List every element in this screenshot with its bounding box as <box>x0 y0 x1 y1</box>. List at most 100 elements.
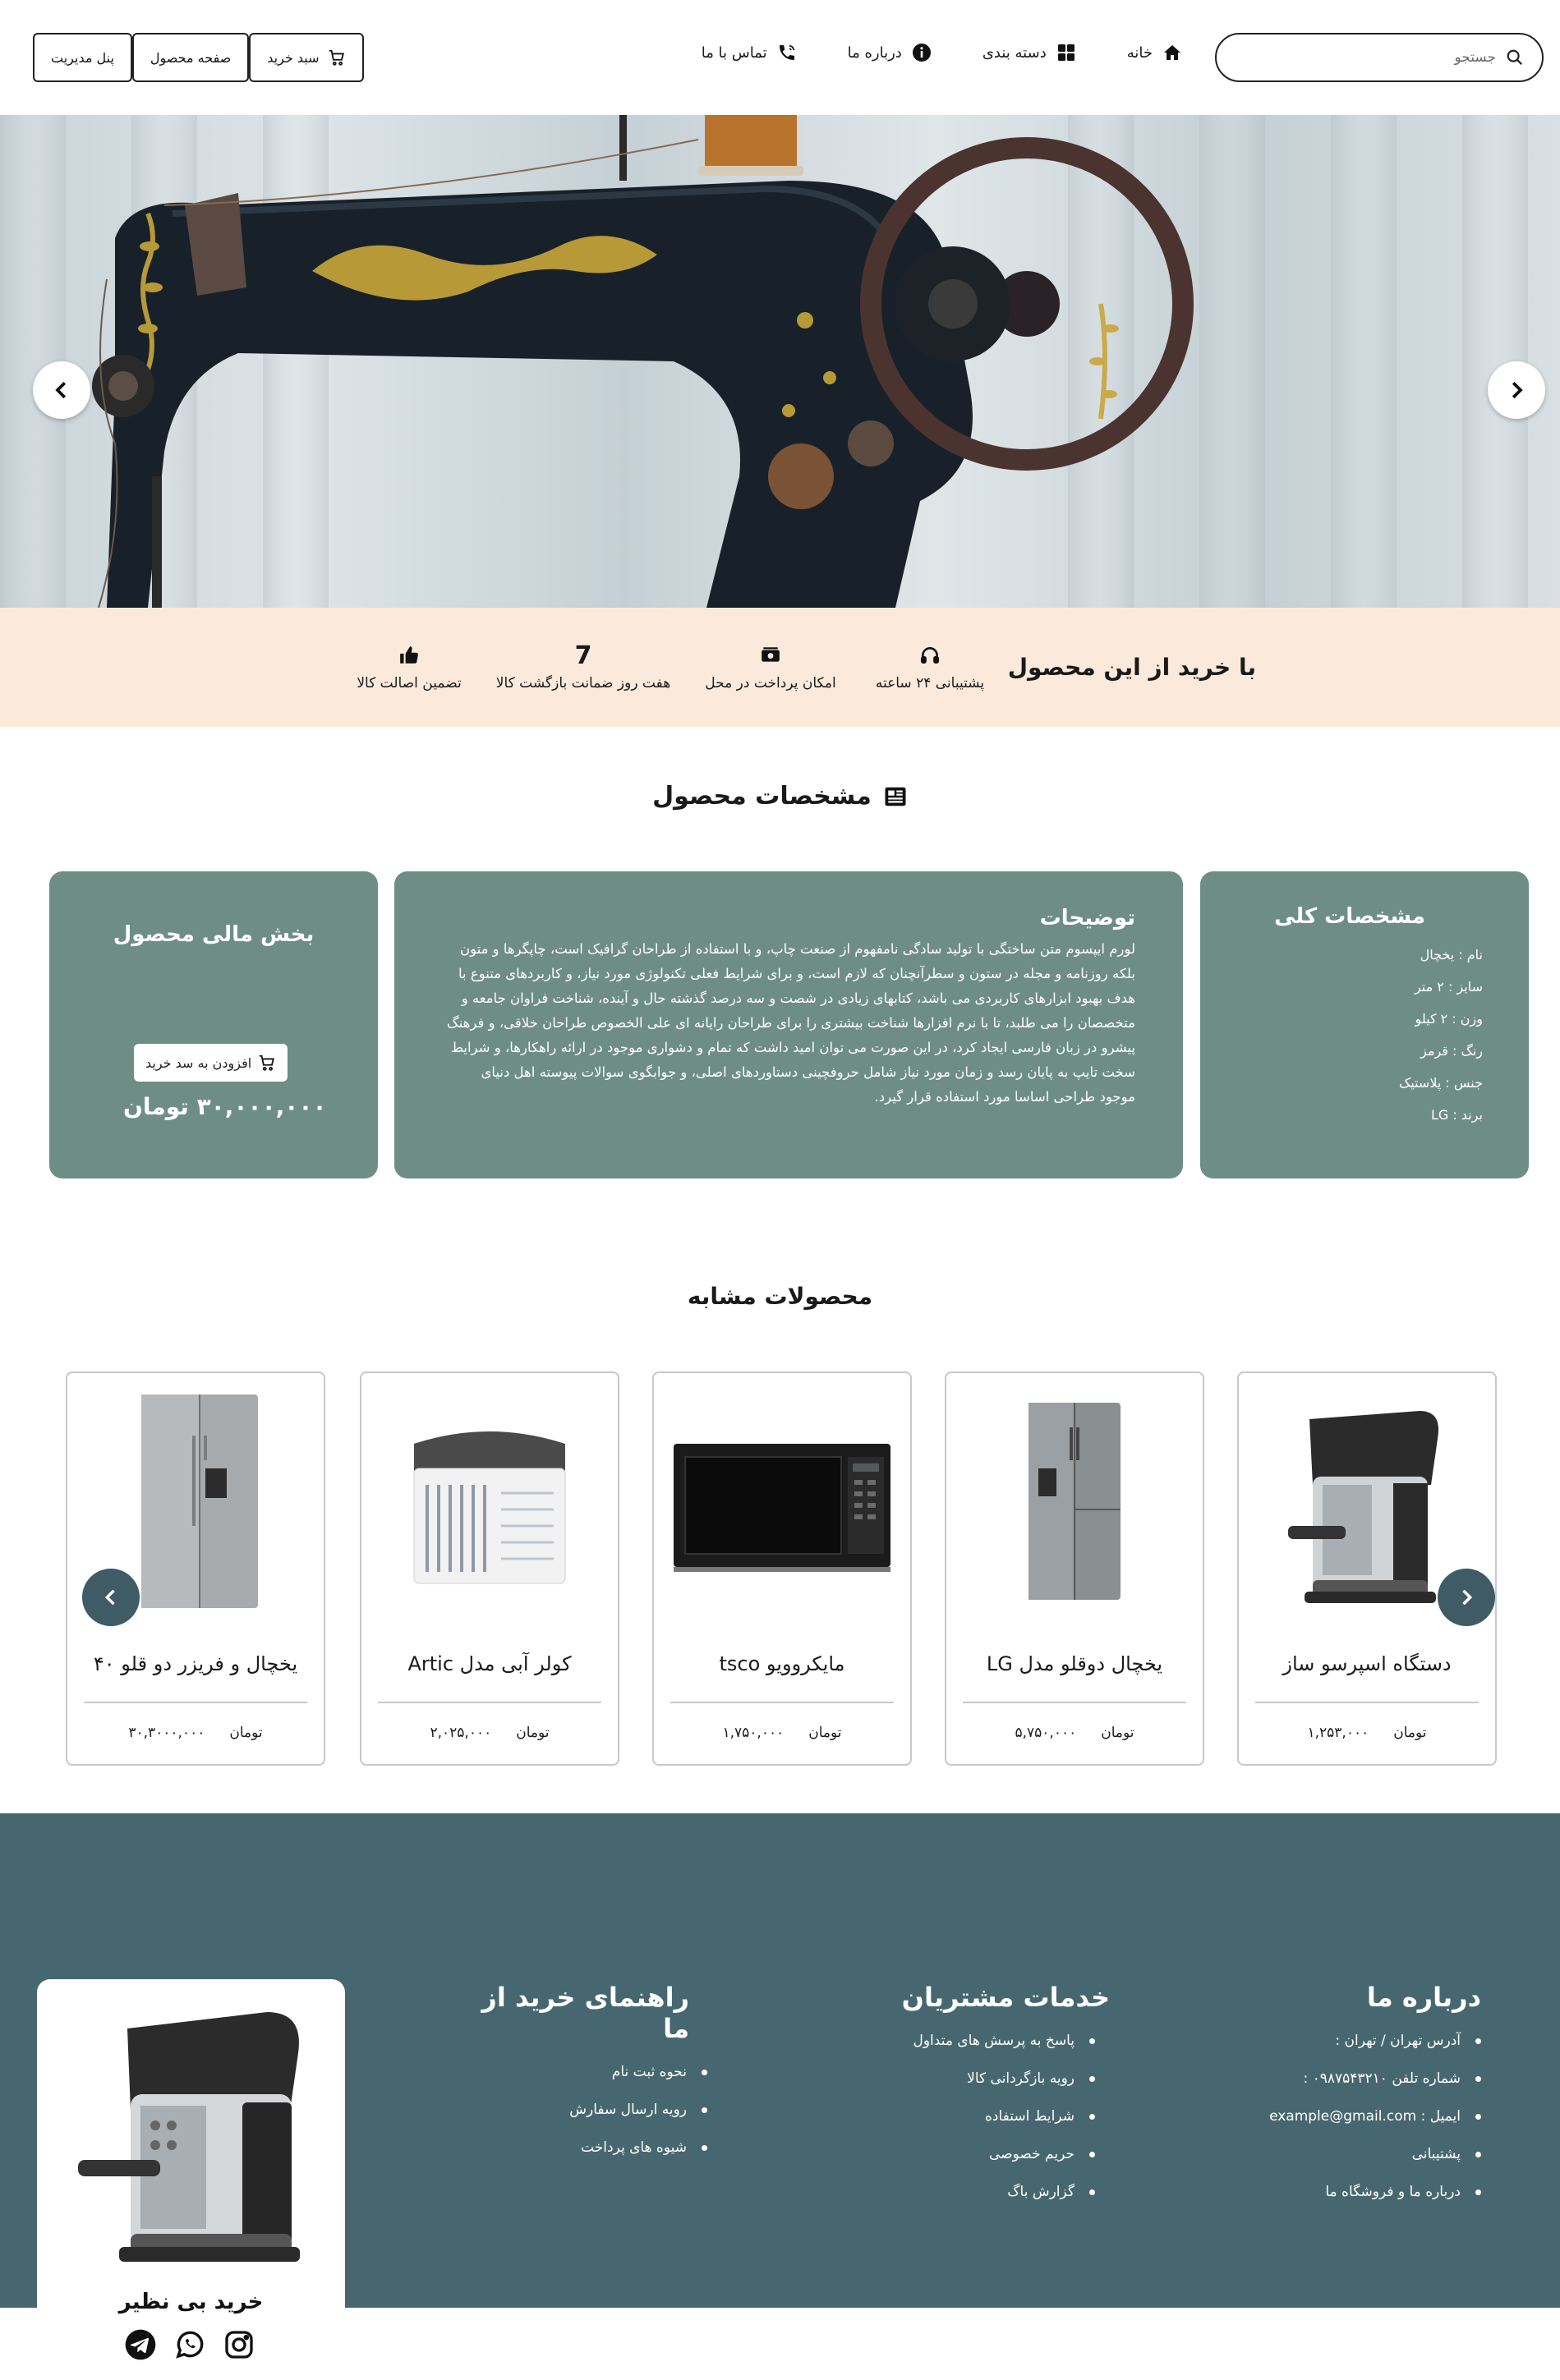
nav-about-label: درباره ما <box>847 44 902 62</box>
footer-about-item-label: پشتیبانی <box>1411 2146 1461 2162</box>
footer-about-item[interactable]: درباره ما و فروشگاه ما <box>1235 2184 1481 2200</box>
footer-about-title: درباره ما <box>1366 1982 1481 2013</box>
search-input[interactable] <box>1249 49 1496 66</box>
search-icon[interactable] <box>1506 48 1524 67</box>
product-price-row: تومان ۵,۷۵۰,۰۰۰ <box>946 1725 1203 1741</box>
footer-services-item-label: حریم خصوصی <box>989 2146 1075 2162</box>
description-title: توضیحات <box>1039 906 1135 930</box>
finance-title: بخش مالی محصول <box>113 922 315 947</box>
footer-services-item[interactable]: شرایط استفاده <box>849 2108 1095 2125</box>
footer-guide-item[interactable]: رویه ارسال سفارش <box>461 2102 707 2118</box>
product-name: مایکروویو tsco <box>719 1652 845 1675</box>
general-specs-list: نام : یخچال سایز : ۲ متر وزن : ۲ کیلو رن… <box>1233 947 1483 1123</box>
footer-services-item[interactable]: گزارش باگ <box>849 2184 1095 2200</box>
cart-button-label: سبد خرید <box>267 49 320 66</box>
footer-about-item-label: درباره ما و فروشگاه ما <box>1325 2184 1461 2200</box>
benefit-cod-label: امکان پرداخت در محل <box>705 675 836 691</box>
product-name: دستگاه اسپرسو ساز <box>1282 1652 1452 1675</box>
whatsapp-icon[interactable] <box>173 2328 206 2361</box>
product-name: کولر آبی مدل Artic <box>407 1652 572 1675</box>
specs-title-label: مشخصات محصول <box>652 782 872 811</box>
benefit-return: 7 هفت روز ضمانت بازگشت کالا <box>485 641 682 692</box>
footer-services-title: خدمات مشتریان <box>901 1982 1110 2013</box>
product-price-row: تومان ۱,۷۵۰,۰۰۰ <box>654 1725 910 1741</box>
instagram-icon[interactable] <box>223 2328 255 2361</box>
sewing-machine-image <box>0 115 1528 608</box>
products-next-arrow[interactable] <box>1438 1569 1495 1626</box>
benefit-return-label: هفت روز ضمانت بازگشت کالا <box>495 675 671 691</box>
finance-card: بخش مالی محصول افزودن به سد خرید ۳۰,۰۰۰,… <box>49 871 378 1179</box>
hero-prev-arrow[interactable] <box>1488 361 1545 419</box>
cart-button[interactable]: سبد خرید <box>249 33 364 82</box>
footer-guide-item[interactable]: شیوه های پرداخت <box>461 2139 707 2156</box>
footer-services-item[interactable]: حریم خصوصی <box>849 2146 1095 2162</box>
currency-label: تومان <box>229 1725 263 1741</box>
footer-about-item[interactable]: شماره تلفن ۰۹۸۷۵۴۳۲۱۰ : <box>1235 2070 1481 2087</box>
spec-row: سایز : ۲ متر <box>1414 979 1483 995</box>
telegram-icon[interactable] <box>124 2328 157 2361</box>
search-box[interactable] <box>1215 33 1544 82</box>
nav-home-label: خانه <box>1126 44 1153 62</box>
product-price: ۳۰,۳۰۰۰,۰۰۰ <box>128 1725 205 1741</box>
chevron-left-icon <box>104 1589 115 1606</box>
product-card[interactable]: یخچال دوقلو مدل LG تومان ۵,۷۵۰,۰۰۰ <box>945 1371 1204 1766</box>
footer-services-item-label: گزارش باگ <box>1007 2184 1075 2200</box>
benefit-original: تضمین اصالت کالا <box>311 641 508 691</box>
info-icon <box>912 44 931 62</box>
footer-guide-item[interactable]: نحوه ثبت نام <box>461 2064 707 2080</box>
benefits-title: با خرید از این محصول <box>1007 654 1256 681</box>
nav-contact-label: تماس با ما <box>701 44 767 62</box>
products-prev-arrow[interactable] <box>82 1569 140 1626</box>
description-text: لورم ایپسوم متن ساختگی با تولید سادگی نا… <box>446 941 1135 1105</box>
nav-categories[interactable]: دسته بندی <box>982 43 1076 62</box>
footer-about-item[interactable]: آدرس تهران / تهران : <box>1235 2033 1481 2049</box>
footer-services-item-label: رویه بازگردانی کالا <box>967 2070 1075 2087</box>
spec-row: برند : LG <box>1430 1107 1483 1123</box>
currency-label: تومان <box>516 1725 550 1741</box>
footer-about-item[interactable]: پشتیبانی <box>1235 2146 1481 2162</box>
seven-days-icon: 7 <box>574 641 592 670</box>
footer-brand-box: خرید بی نظیر <box>37 1979 345 2380</box>
chevron-right-icon <box>1462 1589 1473 1606</box>
add-to-cart-label: افزودن به سد خرید <box>145 1054 252 1071</box>
footer-services-item-label: شرایط استفاده <box>985 2108 1075 2125</box>
cart-icon <box>260 1054 275 1071</box>
main-nav: خانه دسته بندی درباره ما تماس با ما <box>702 43 1182 62</box>
microwave-image <box>674 1444 890 1572</box>
spec-row: جنس : پلاستیک <box>1398 1075 1483 1091</box>
product-card[interactable]: دستگاه اسپرسو ساز تومان ۱,۲۵۳,۰۰۰ <box>1237 1371 1497 1766</box>
spec-row: رنگ : قرمز <box>1420 1043 1483 1059</box>
divider <box>84 1702 307 1703</box>
product-page-button[interactable]: صفحه محصول <box>131 33 250 82</box>
newspaper-icon <box>885 787 906 806</box>
product-price: ۵,۷۵۰,۰۰۰ <box>1015 1725 1077 1741</box>
product-card[interactable]: کولر آبی مدل Artic تومان ۲,۰۲۵,۰۰۰ <box>360 1371 619 1766</box>
divider <box>963 1702 1186 1703</box>
grid-icon <box>1057 44 1075 61</box>
footer-about-item[interactable]: ایمیل : example@gmail.com <box>1235 2108 1481 2125</box>
hero-next-arrow[interactable] <box>33 361 90 419</box>
home-icon <box>1164 45 1180 60</box>
product-name: یخچال دوقلو مدل LG <box>986 1652 1163 1675</box>
product-price-row: تومان ۲,۰۲۵,۰۰۰ <box>361 1725 618 1741</box>
nav-home[interactable]: خانه <box>1127 43 1182 62</box>
footer-services-item[interactable]: پاسخ به پرسش های متداول <box>849 2033 1095 2049</box>
product-card[interactable]: مایکروویو tsco تومان ۱,۷۵۰,۰۰۰ <box>652 1371 912 1766</box>
product-price: ۱,۲۵۳,۰۰۰ <box>1307 1725 1369 1741</box>
product-price-row: تومان ۱,۲۵۳,۰۰۰ <box>1239 1725 1495 1741</box>
product-price-row: تومان ۳۰,۳۰۰۰,۰۰۰ <box>67 1725 324 1741</box>
air-cooler-image <box>413 1431 566 1584</box>
currency-label: تومان <box>808 1725 842 1741</box>
site-header: خانه دسته بندی درباره ما تماس با ما سبد … <box>0 0 1560 115</box>
nav-contact[interactable]: تماس با ما <box>702 43 797 62</box>
benefit-cod: امکان پرداخت در محل <box>672 641 869 691</box>
header-buttons: سبد خرید صفحه محصول پنل مدیریت <box>33 33 364 82</box>
cart-icon <box>329 49 344 66</box>
admin-panel-button[interactable]: پنل مدیریت <box>33 33 132 82</box>
add-to-cart-button[interactable]: افزودن به سد خرید <box>134 1044 288 1082</box>
nav-about[interactable]: درباره ما <box>848 43 932 62</box>
footer-services-item[interactable]: رویه بازگردانی کالا <box>849 2070 1095 2087</box>
divider <box>1255 1702 1479 1703</box>
similar-title-label: محصولات مشابه <box>687 1283 873 1310</box>
description-card: توضیحات لورم ایپسوم متن ساختگی با تولید … <box>394 871 1183 1179</box>
